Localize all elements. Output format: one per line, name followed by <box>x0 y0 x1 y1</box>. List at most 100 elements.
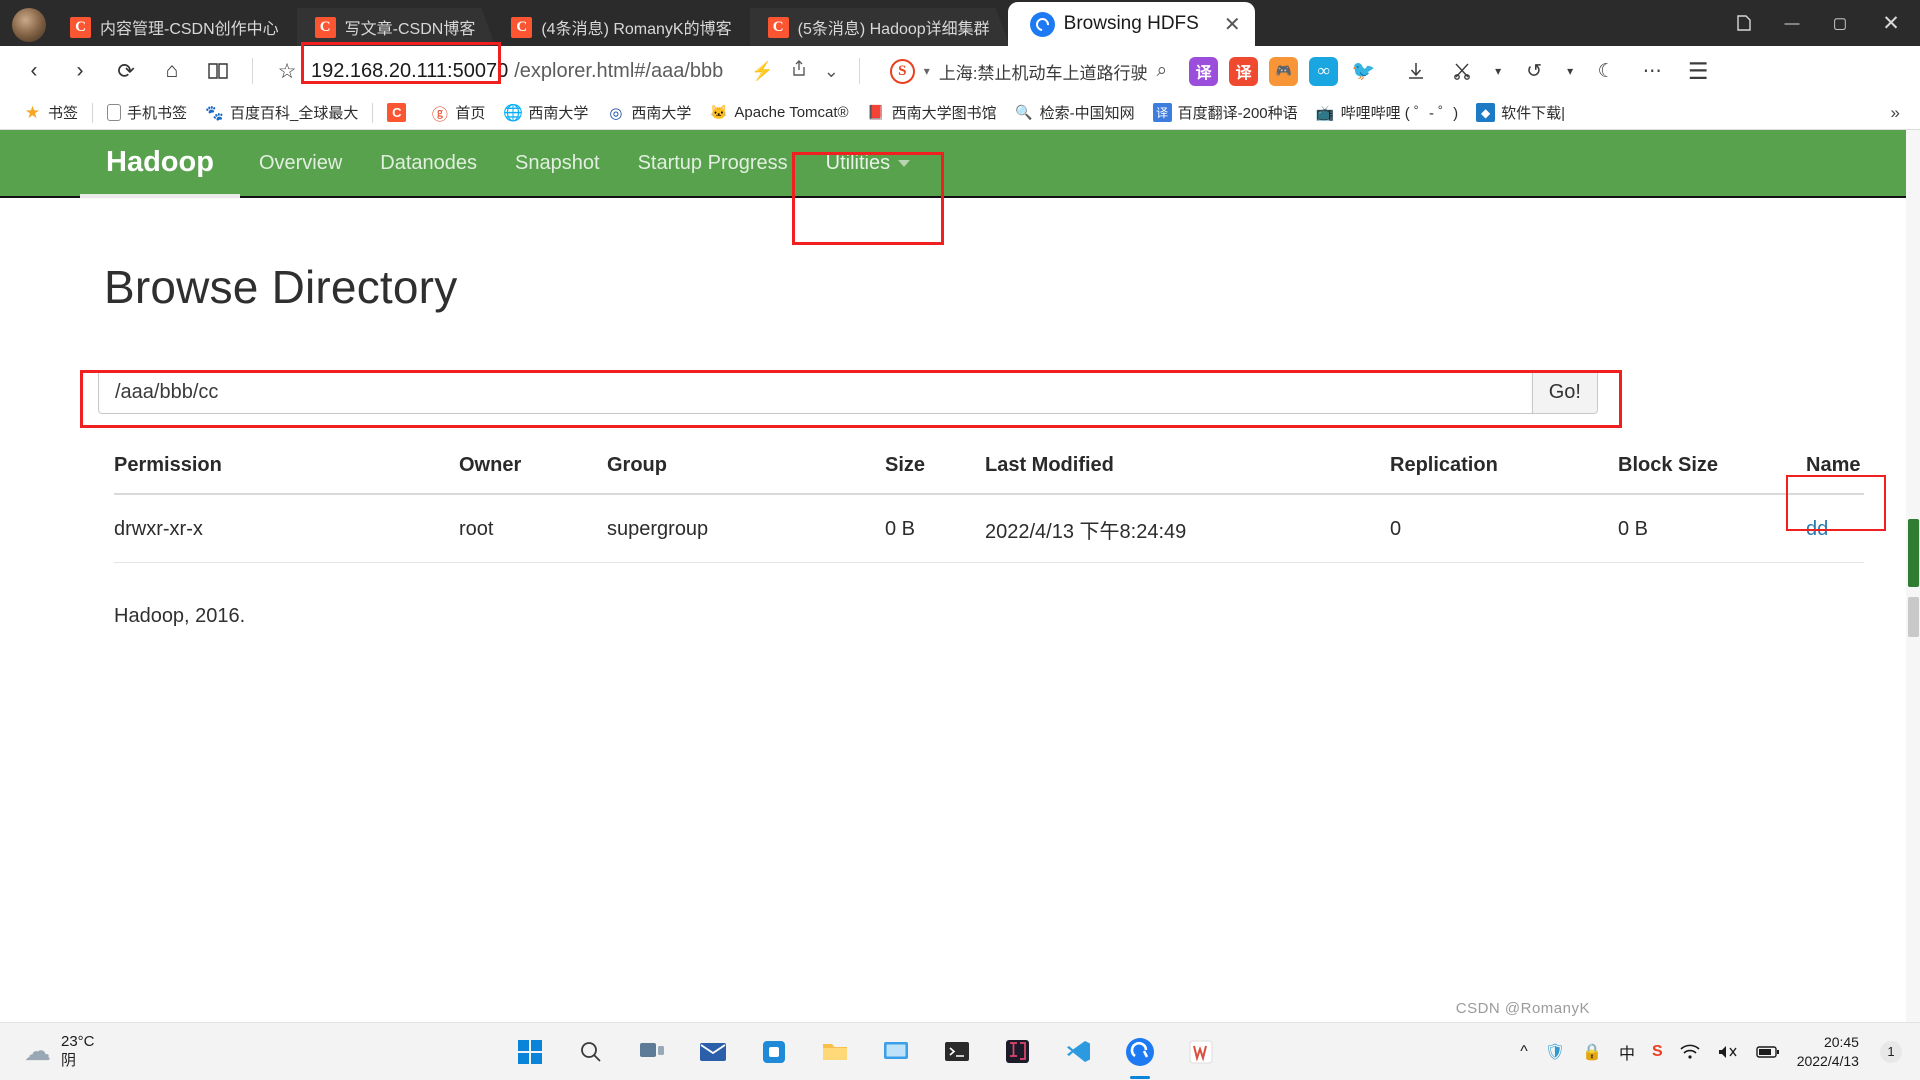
nav-item-utilities-label: Utilities <box>825 151 891 174</box>
security-icon[interactable]: 🔒 <box>1582 1042 1602 1062</box>
address-bar[interactable]: 192.168.20.111:50070 /explorer.html#/aaa… <box>301 41 1908 89</box>
weather-widget[interactable]: ☁ 23°C 阴 <box>0 1033 360 1071</box>
page-title: Browse Directory <box>104 261 458 313</box>
chevron-down-icon[interactable]: ▾ <box>1490 53 1506 89</box>
bookmark-item[interactable]: ◎ 西南大学 <box>597 98 700 128</box>
collections-icon[interactable] <box>1720 0 1768 46</box>
close-tab-icon[interactable]: ✕ <box>1208 12 1241 37</box>
bookmark-item[interactable]: C <box>378 98 421 128</box>
bookmark-item[interactable]: 🐱 Apache Tomcat® <box>700 98 857 128</box>
battery-icon[interactable] <box>1755 1045 1780 1059</box>
infinity-ext-icon[interactable]: ∞ <box>1309 56 1339 86</box>
chevron-down-icon[interactable]: ⌄ <box>824 61 839 82</box>
cell-replication: 0 <box>1390 494 1618 563</box>
task-view-icon[interactable] <box>632 1032 672 1072</box>
history-icon[interactable]: ↺ <box>1516 53 1552 89</box>
scrollbar-thumb-secondary[interactable] <box>1908 597 1919 637</box>
cloud-icon: ☁ <box>24 1036 51 1066</box>
chevron-down-icon[interactable]: ▾ <box>1562 53 1578 89</box>
bookmark-item[interactable]: ⓖ 首页 <box>421 98 494 128</box>
nav-item-datanodes[interactable]: Datanodes <box>361 130 496 196</box>
nav-item-startup-progress[interactable]: Startup Progress <box>619 130 807 196</box>
system-tray: ^ 🛡 🔒 中 S 20:45 2022/4/13 1 <box>1520 1033 1920 1069</box>
bookmark-item[interactable]: ◆ 软件下载| <box>1467 98 1574 128</box>
home-icon[interactable]: ⌂ <box>150 51 194 91</box>
file-explorer-icon[interactable] <box>815 1032 855 1072</box>
intellij-idea-icon[interactable] <box>998 1032 1038 1072</box>
close-window-button[interactable]: ✕ <box>1864 0 1918 46</box>
bookmark-label: 首页 <box>455 105 486 122</box>
forward-icon[interactable]: › <box>58 51 102 91</box>
bookmarks-overflow-icon[interactable]: » <box>1885 103 1906 123</box>
network-icon[interactable] <box>1680 1044 1700 1060</box>
nav-item-snapshot[interactable]: Snapshot <box>496 130 619 196</box>
browser-tab-4[interactable]: C (5条消息) Hadoop详细集群 <box>750 8 1010 46</box>
search-taskbar-icon[interactable] <box>571 1032 611 1072</box>
bookmark-item[interactable]: 📕 西南大学图书馆 <box>858 98 1006 128</box>
show-hidden-icons-button[interactable]: ^ <box>1520 1043 1528 1061</box>
bookmark-item[interactable]: 手机书签 <box>98 98 196 128</box>
edge-browser-icon[interactable] <box>1120 1032 1160 1072</box>
page-scrollbar[interactable] <box>1906 130 1920 1050</box>
hdfs-icon <box>1029 11 1055 37</box>
store-icon[interactable] <box>754 1032 794 1072</box>
bookmark-item[interactable]: 🌐 西南大学 <box>494 98 597 128</box>
software-icon: ◆ <box>1476 103 1496 122</box>
more-options-icon[interactable]: ⋯ <box>1634 53 1670 89</box>
bookmark-item[interactable]: ★ 书签 <box>14 98 87 128</box>
terminal-icon[interactable] <box>937 1032 977 1072</box>
taskbar-clock[interactable]: 20:45 2022/4/13 <box>1797 1033 1863 1069</box>
translate-purple-ext-icon[interactable]: 译 <box>1189 56 1219 86</box>
start-button[interactable] <box>510 1032 550 1072</box>
directory-listing-table: Permission Owner Group Size Last Modifie… <box>114 450 1886 563</box>
share-icon[interactable] <box>790 59 808 83</box>
bookmark-item[interactable]: 🔍 检索-中国知网 <box>1006 98 1144 128</box>
browser-tab-2[interactable]: C 写文章-CSDN博客 <box>297 8 496 46</box>
directory-link-dd[interactable]: dd <box>1806 518 1828 540</box>
maximize-button[interactable]: ▢ <box>1816 0 1864 46</box>
weather-description: 阴 <box>61 1051 77 1069</box>
go-button[interactable]: Go! <box>1531 370 1598 414</box>
bird-ext-icon[interactable]: 🐦 <box>1349 57 1378 86</box>
reading-list-icon[interactable] <box>196 51 240 91</box>
nav-item-utilities[interactable]: Utilities <box>791 130 944 245</box>
game-ext-icon[interactable]: 🎮 <box>1269 56 1299 86</box>
bookmark-item[interactable]: 译 百度翻译-200种语 <box>1144 98 1307 128</box>
translate-red-ext-icon[interactable]: 译 <box>1229 56 1259 86</box>
sogou-ime-icon[interactable]: S <box>1652 1043 1663 1061</box>
notification-badge[interactable]: 1 <box>1879 1040 1902 1063</box>
search-icon[interactable]: ⌕ <box>1157 60 1168 82</box>
scissors-icon[interactable] <box>1444 53 1480 89</box>
split-screen-icon[interactable]: ⚡ <box>751 61 773 82</box>
bookmark-label: 软件下载| <box>1501 105 1566 122</box>
bookmark-item[interactable]: 🐾 百度百科_全球最大 <box>196 98 367 128</box>
chevron-down-icon[interactable]: ▾ <box>924 64 930 78</box>
avatar[interactable] <box>12 8 46 42</box>
download-icon[interactable] <box>1398 53 1434 89</box>
directory-path-input[interactable]: /aaa/bbb/cc <box>98 370 1532 414</box>
shield-icon[interactable]: 🛡 <box>1545 1042 1565 1062</box>
vscode-icon[interactable] <box>1059 1032 1099 1072</box>
browser-tab-5-active[interactable]: Browsing HDFS ✕ <box>1007 2 1255 46</box>
monitor-icon[interactable] <box>876 1032 916 1072</box>
bookmark-item[interactable]: 📺 哔哩哔哩 ( ゜- ゜) <box>1307 98 1468 128</box>
browser-menu-icon[interactable]: ☰ <box>1680 53 1716 89</box>
hadoop-brand[interactable]: Hadoop <box>80 130 240 198</box>
nav-item-overview[interactable]: Overview <box>240 130 361 196</box>
back-icon[interactable]: ‹ <box>12 51 56 91</box>
dark-mode-icon[interactable]: ☾ <box>1588 53 1624 89</box>
ime-indicator[interactable]: 中 <box>1619 1040 1635 1064</box>
mail-icon[interactable] <box>693 1032 733 1072</box>
browser-tab-1[interactable]: C 内容管理-CSDN创作中心 <box>52 8 299 46</box>
search-keyword-text: 上海:禁止机动车上道路行驶 <box>938 63 1148 83</box>
favorite-star-icon[interactable]: ☆ <box>265 51 309 91</box>
minimize-button[interactable]: — <box>1768 0 1816 46</box>
globe-icon: 🌐 <box>502 104 523 122</box>
browser-tab-3[interactable]: C (4条消息) RomanyK的博客 <box>493 8 751 46</box>
refresh-icon[interactable]: ⟳ <box>104 51 148 91</box>
search-engine-box[interactable]: S ▾ 上海:禁止机动车上道路行驶 ⌕ <box>889 58 1168 84</box>
weather-temperature: 23°C <box>61 1032 95 1050</box>
volume-icon[interactable] <box>1717 1044 1739 1060</box>
wps-writer-icon[interactable] <box>1181 1032 1221 1072</box>
scrollbar-thumb[interactable] <box>1908 519 1919 587</box>
